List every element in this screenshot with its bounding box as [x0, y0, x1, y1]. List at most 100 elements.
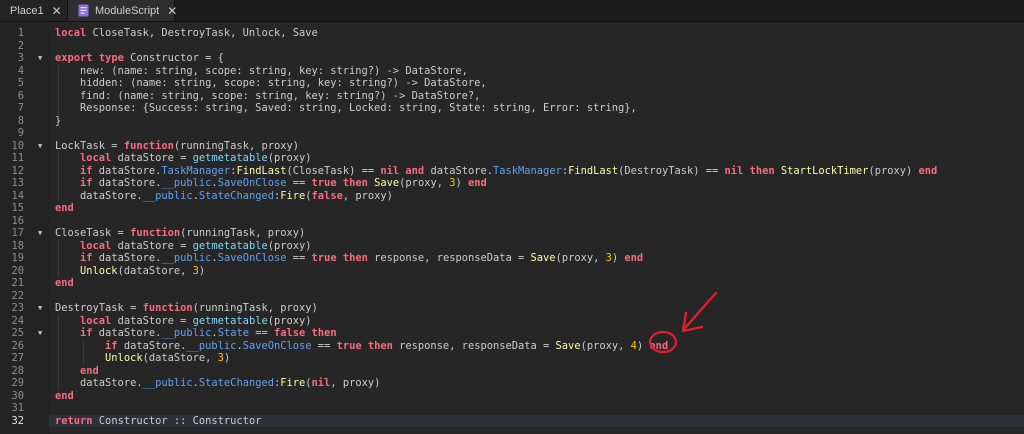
line-number: 10 — [11, 139, 24, 152]
indent-guide — [83, 339, 85, 365]
code-line[interactable]: end — [49, 365, 1024, 378]
code-line[interactable]: local dataStore = getmetatable(proxy) — [49, 152, 1024, 165]
line-number: 30 — [11, 389, 24, 402]
line-number: 24 — [11, 314, 24, 327]
fold-arrow-icon[interactable]: ▼ — [38, 302, 46, 315]
line-number-gutter: 1 2 3 ▼ 4 5 6 7 8 9 10 ▼ 11 12 13 14 15 16 17 ▼ 18 19 20 21 22 23… — [0, 22, 49, 434]
code-line[interactable] — [49, 40, 1024, 53]
code-line-text: if dataStore.TaskManager:FindLast(CloseT… — [80, 164, 938, 177]
code-line-text: new: (name: string, scope: string, key: … — [55, 64, 468, 77]
line-number: 32 — [11, 414, 24, 427]
line-number: 21 — [11, 277, 24, 289]
code-line[interactable]: LockTask = function(runningTask, proxy) — [49, 140, 1024, 153]
close-icon[interactable]: ✕ — [52, 4, 62, 18]
code-line-text: local dataStore = getmetatable(proxy) — [80, 314, 312, 327]
code-line-text: } — [55, 114, 62, 127]
code-line-text: end — [55, 389, 74, 402]
code-line[interactable]: end — [49, 277, 1024, 290]
code-line[interactable]: if dataStore.TaskManager:FindLast(CloseT… — [49, 165, 1024, 178]
code-line-text: LockTask = function(runningTask, proxy) — [55, 139, 299, 152]
line-number: 25 — [11, 327, 24, 339]
code-line[interactable]: if dataStore.__public.SaveOnClose == tru… — [49, 252, 1024, 265]
code-line[interactable] — [49, 402, 1024, 415]
code-line[interactable]: find: (name: string, scope: string, key:… — [49, 90, 1024, 103]
code-line-text: Unlock(dataStore, 3) — [80, 264, 206, 277]
code-line-text: end — [55, 202, 74, 214]
fold-arrow-icon[interactable]: ▼ — [38, 327, 46, 340]
line-number: 29 — [11, 377, 24, 389]
line-number: 12 — [11, 164, 24, 177]
code-line[interactable]: CloseTask = function(runningTask, proxy) — [49, 227, 1024, 240]
code-line[interactable]: end — [49, 390, 1024, 403]
code-line-text: end — [55, 277, 74, 289]
code-line-text: hidden: (name: string, scope: string, ke… — [55, 77, 487, 89]
line-number: 15 — [11, 202, 24, 214]
line-number: 23 — [11, 302, 24, 314]
code-line-text: end — [80, 364, 99, 377]
line-number: 2 — [17, 39, 24, 52]
indent-guide — [58, 152, 59, 202]
line-number: 1 — [17, 27, 24, 39]
line-number: 11 — [11, 152, 24, 164]
line-number: 19 — [11, 252, 24, 264]
code-line-text: Unlock(dataStore, 3) — [105, 352, 231, 364]
code-line-text: CloseTask = function(runningTask, proxy) — [55, 227, 306, 239]
close-icon[interactable]: ✕ — [167, 4, 177, 18]
code-line[interactable]: dataStore.__public.StateChanged:Fire(fal… — [49, 190, 1024, 203]
code-line[interactable]: } — [49, 115, 1024, 128]
line-number: 20 — [11, 264, 24, 277]
tab-bar: Place1 ✕ ModuleScript ✕ — [0, 0, 1024, 22]
code-line-text: find: (name: string, scope: string, key:… — [55, 89, 481, 102]
tab-place1[interactable]: Place1 ✕ — [0, 0, 68, 21]
code-line-text: Response: {Success: string, Saved: strin… — [55, 102, 637, 114]
code-line[interactable]: dataStore.__public.StateChanged:Fire(nil… — [49, 377, 1024, 390]
line-number: 5 — [17, 77, 24, 89]
code-line[interactable]: if dataStore.__public.State == false the… — [49, 327, 1024, 340]
code-line[interactable] — [49, 215, 1024, 228]
code-line[interactable]: new: (name: string, scope: string, key: … — [49, 65, 1024, 78]
code-line[interactable]: DestroyTask = function(runningTask, prox… — [49, 302, 1024, 315]
fold-arrow-icon[interactable]: ▼ — [38, 227, 46, 240]
code-line[interactable]: Unlock(dataStore, 3) — [49, 265, 1024, 278]
tab-modulescript[interactable]: ModuleScript ✕ — [68, 0, 177, 21]
code-line[interactable]: hidden: (name: string, scope: string, ke… — [49, 77, 1024, 90]
code-line[interactable]: Unlock(dataStore, 3) — [49, 352, 1024, 365]
code-line-text: if dataStore.__public.SaveOnClose == tru… — [105, 339, 669, 352]
fold-arrow-icon[interactable]: ▼ — [38, 52, 46, 65]
module-script-icon — [78, 4, 89, 17]
code-line-text: local CloseTask, DestroyTask, Unlock, Sa… — [55, 27, 318, 39]
code-line-text: if dataStore.__public.SaveOnClose == tru… — [80, 252, 644, 264]
code-line-text: export type Constructor = { — [55, 52, 224, 64]
code-line[interactable]: Response: {Success: string, Saved: strin… — [49, 102, 1024, 115]
code-line[interactable]: local CloseTask, DestroyTask, Unlock, Sa… — [49, 27, 1024, 40]
line-number: 8 — [17, 114, 24, 127]
script-editor[interactable]: 1 2 3 ▼ 4 5 6 7 8 9 10 ▼ 11 12 13 14 15 16 17 ▼ 18 19 20 21 22 23… — [0, 22, 1024, 434]
line-number: 26 — [11, 339, 24, 352]
code-line[interactable]: end — [49, 202, 1024, 215]
code-line[interactable]: export type Constructor = { — [49, 52, 1024, 65]
line-number: 4 — [17, 64, 24, 77]
fold-arrow-icon[interactable]: ▼ — [38, 140, 46, 153]
line-number: 31 — [11, 402, 24, 414]
code-line[interactable] — [49, 127, 1024, 140]
indent-guide — [58, 64, 59, 115]
code-line[interactable]: return Constructor :: Constructor — [49, 415, 1024, 428]
code-line[interactable] — [49, 290, 1024, 303]
line-number: 27 — [11, 352, 24, 364]
code-line[interactable]: local dataStore = getmetatable(proxy) — [49, 240, 1024, 253]
line-number: 22 — [11, 289, 24, 302]
code-line[interactable]: if dataStore.__public.SaveOnClose == tru… — [49, 340, 1024, 353]
line-number: 3 — [17, 52, 24, 64]
line-number: 13 — [11, 177, 24, 189]
tab-label: Place1 — [10, 4, 44, 17]
code-line[interactable]: if dataStore.__public.SaveOnClose == tru… — [49, 177, 1024, 190]
code-line-text: dataStore.__public.StateChanged:Fire(fal… — [55, 189, 393, 202]
code-line-text: dataStore.__public.StateChanged:Fire(nil… — [55, 377, 381, 389]
code-area[interactable]: local CloseTask, DestroyTask, Unlock, Sa… — [49, 22, 1024, 434]
code-line[interactable]: local dataStore = getmetatable(proxy) — [49, 315, 1024, 328]
code-line-text: local dataStore = getmetatable(proxy) — [80, 152, 312, 164]
line-number: 14 — [11, 189, 24, 202]
code-line-text: if dataStore.__public.SaveOnClose == tru… — [80, 177, 487, 189]
line-number: 7 — [17, 102, 24, 114]
line-number: 9 — [17, 127, 24, 139]
